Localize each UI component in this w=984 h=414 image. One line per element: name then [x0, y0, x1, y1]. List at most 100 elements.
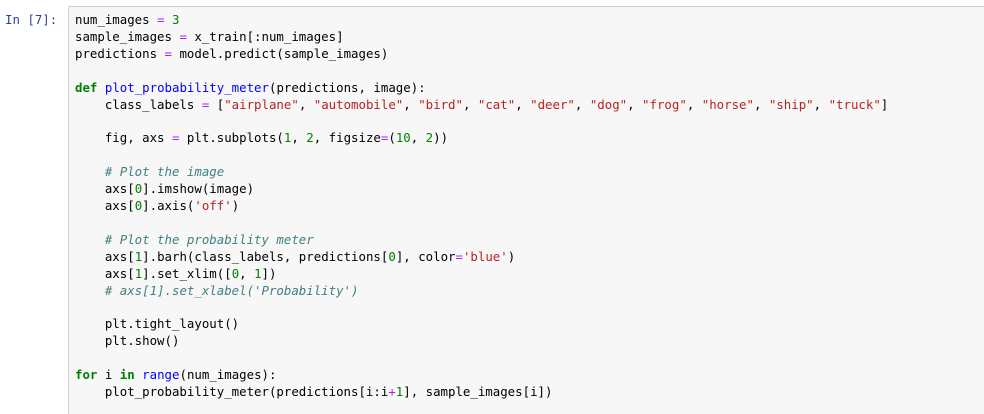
code-token: ].imshow(image) — [142, 181, 255, 197]
code-token: axs[ — [75, 197, 135, 213]
code-token: range — [142, 367, 180, 383]
code-token: "dog" — [589, 96, 628, 112]
code-token: ].barh(class_labels, predictions[ — [142, 248, 389, 264]
code-token: plt.subplots( — [179, 130, 284, 146]
code-token: [ — [209, 96, 225, 112]
code-line: # axs[1].set_xlabel('Probability') — [75, 283, 888, 300]
code-token: , — [298, 96, 314, 112]
code-token: , — [753, 96, 769, 112]
code-token: # Plot the probability meter — [104, 231, 314, 247]
code-token: sample_images — [75, 28, 180, 44]
code-token: , — [686, 96, 702, 112]
code-token: # Plot the image — [104, 164, 225, 180]
code-token: model.predict(sample_images) — [172, 45, 389, 61]
code-token: axs[ — [75, 265, 135, 281]
code-token: in — [119, 367, 135, 383]
code-token: "automobile" — [313, 96, 404, 112]
code-line: axs[0].imshow(image) — [75, 181, 888, 198]
code-line: def plot_probability_meter(predictions, … — [75, 80, 888, 97]
code-token: , figsize — [313, 130, 381, 146]
code-line: predictions = model.predict(sample_image… — [75, 46, 888, 63]
code-token: predictions — [75, 45, 165, 61]
code-token: # axs[1].set_xlabel('Probability') — [104, 282, 359, 298]
code-token: fig, axs — [75, 130, 172, 146]
code-line: num_images = 3 — [75, 12, 888, 29]
code-token: , — [574, 96, 590, 112]
code-token: def — [75, 79, 98, 95]
code-token: ) — [231, 197, 240, 213]
code-token: "bird" — [418, 96, 463, 112]
execution-prompt: In [7]: — [5, 12, 58, 27]
code-token: ) — [507, 248, 516, 264]
code-line: # Plot the probability meter — [75, 232, 888, 249]
code-token: "horse" — [701, 96, 754, 112]
code-line: plot_probability_meter(predictions[i:i+1… — [75, 384, 888, 401]
code-token: , — [410, 130, 426, 146]
code-token: = — [455, 248, 463, 264]
code-line: plt.show() — [75, 333, 888, 350]
code-token: "truck" — [828, 96, 881, 112]
code-token: plot_probability_meter — [104, 79, 269, 95]
code-token: 10 — [395, 130, 411, 146]
code-token: "ship" — [768, 96, 814, 112]
code-line: axs[1].barh(class_labels, predictions[0]… — [75, 249, 888, 266]
code-line: class_labels = ["airplane", "automobile"… — [75, 97, 888, 114]
code-token: )) — [433, 130, 449, 146]
code-token: ], color — [395, 248, 456, 264]
code-token: = — [164, 45, 172, 61]
code-token: + — [388, 383, 396, 399]
code-token: plt.show() — [75, 333, 180, 349]
code-token: x_train[:num_images] — [186, 28, 344, 44]
code-token: for — [75, 367, 98, 383]
code-token: ].axis( — [142, 197, 195, 213]
code-token: , — [627, 96, 643, 112]
code-token: 'blue' — [462, 248, 508, 264]
code-token: 1 — [254, 265, 262, 281]
code-token: (predictions, image): — [268, 79, 426, 95]
code-token: "airplane" — [224, 96, 299, 112]
code-token: axs[ — [75, 181, 135, 197]
code-editor[interactable]: num_images = 3 sample_images = x_train[:n… — [68, 6, 984, 414]
code-token: , — [515, 96, 531, 112]
code-line: axs[1].set_xlim([0, 1]) — [75, 266, 888, 283]
code-token: , — [291, 130, 307, 146]
code-token: ].set_xlim([ — [142, 265, 232, 281]
code-line: for i in range(num_images): — [75, 367, 888, 384]
code-token: , — [462, 96, 478, 112]
code-token: 'off' — [194, 197, 232, 213]
code-token: plt.tight_layout() — [75, 316, 240, 332]
code-token: num_images — [75, 12, 158, 27]
code-line: plt.tight_layout() — [75, 316, 888, 333]
code-token: ], sample_images[i]) — [403, 383, 553, 399]
code-token: , — [813, 96, 829, 112]
code-line: fig, axs = plt.subplots(1, 2, figsize=(1… — [75, 130, 888, 147]
code-token: , — [239, 265, 255, 281]
code-token: (num_images): — [179, 367, 277, 383]
code-token: ( — [388, 130, 396, 146]
code-token: 0 — [388, 248, 396, 264]
code-token: class_labels — [75, 96, 202, 112]
code-token: , — [403, 96, 419, 112]
code-token: i — [97, 367, 120, 383]
code-token: "cat" — [477, 96, 516, 112]
code-token: plot_probability_meter(predictions[i:i — [75, 383, 389, 399]
code-text[interactable]: num_images = 3 sample_images = x_train[:n… — [75, 12, 888, 401]
code-token: "deer" — [530, 96, 575, 112]
code-line: axs[0].axis('off') — [75, 198, 888, 215]
code-token: ] — [880, 96, 889, 112]
code-token: = — [179, 28, 187, 44]
code-token: 3 — [172, 12, 180, 27]
code-line: # Plot the image — [75, 164, 888, 181]
code-token: = — [157, 12, 165, 27]
code-token: ]) — [261, 265, 277, 281]
code-line: sample_images = x_train[:num_images] — [75, 29, 888, 46]
